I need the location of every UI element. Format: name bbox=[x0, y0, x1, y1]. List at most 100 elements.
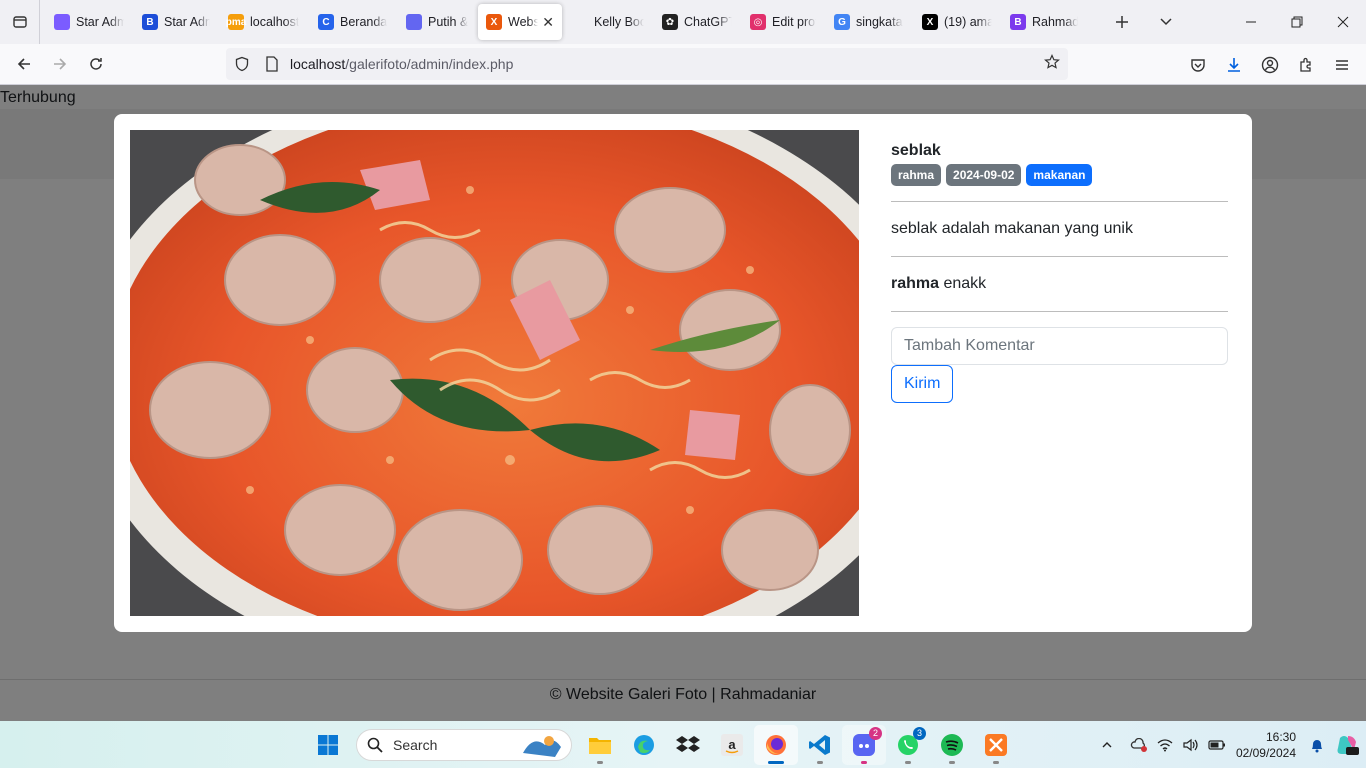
copilot-button[interactable] bbox=[1330, 725, 1366, 765]
tab-title: Beranda bbox=[340, 15, 388, 29]
taskbar-edge[interactable] bbox=[622, 725, 666, 765]
browser-tab[interactable]: ✿ ChatGPT bbox=[654, 4, 740, 40]
divider bbox=[891, 256, 1228, 257]
puzzle-icon bbox=[1300, 57, 1311, 72]
tab-overview-button[interactable] bbox=[0, 0, 40, 44]
volume-status[interactable] bbox=[1178, 725, 1204, 765]
running-indicator bbox=[949, 760, 955, 764]
hamburger-icon bbox=[1336, 59, 1348, 70]
bookmark-star-icon[interactable] bbox=[1044, 53, 1060, 75]
system-clock[interactable]: 16:30 02/09/2024 bbox=[1236, 729, 1296, 761]
browser-tab[interactable]: B Rahmad bbox=[1002, 4, 1086, 40]
restore-button[interactable] bbox=[1274, 0, 1320, 44]
folder-icon bbox=[589, 737, 611, 754]
comment-input[interactable] bbox=[891, 327, 1228, 365]
browser-tab[interactable]: X Websi✕ bbox=[478, 4, 562, 40]
tracking-protection-icon[interactable] bbox=[226, 56, 258, 72]
page-viewport: Terhubung © Website Galeri Foto | Rahmad… bbox=[0, 85, 1366, 721]
edge-icon bbox=[634, 734, 654, 755]
tab-favicon: ✿ bbox=[662, 14, 678, 30]
running-indicator bbox=[768, 760, 784, 764]
account-icon bbox=[1261, 56, 1279, 73]
photo-detail-panel: seblak rahma 2024-09-02 makanan seblak a… bbox=[891, 142, 1228, 403]
account-button[interactable] bbox=[1252, 49, 1288, 81]
tab-favicon: pma bbox=[226, 14, 246, 30]
downloads-button[interactable] bbox=[1216, 49, 1252, 81]
tab-title: Edit prof bbox=[772, 15, 816, 29]
wifi-icon bbox=[1157, 738, 1173, 751]
dropbox-icon bbox=[676, 735, 700, 752]
speaker-icon bbox=[1183, 738, 1198, 751]
list-all-tabs-button[interactable] bbox=[1144, 0, 1188, 44]
close-window-button[interactable] bbox=[1320, 0, 1366, 44]
browser-tab[interactable]: Gsingkata bbox=[826, 4, 912, 40]
wifi-status[interactable] bbox=[1152, 725, 1178, 765]
taskbar-amazon[interactable]: a bbox=[710, 725, 754, 765]
url-text[interactable]: localhost/galerifoto/admin/index.php bbox=[290, 56, 513, 72]
send-comment-button[interactable]: Kirim bbox=[891, 365, 954, 403]
forward-button[interactable] bbox=[42, 48, 78, 80]
chevron-down-icon bbox=[1160, 18, 1172, 26]
photo-title: seblak bbox=[891, 142, 941, 159]
browser-tab[interactable]: ◎ Edit prof bbox=[742, 4, 824, 40]
taskbar-vscode[interactable] bbox=[798, 725, 842, 765]
browser-tab[interactable]: Star Adm bbox=[46, 4, 132, 40]
new-tab-button[interactable] bbox=[1100, 0, 1144, 44]
tab-favicon: ◎ bbox=[750, 14, 766, 30]
reload-icon bbox=[90, 58, 102, 70]
tab-close-icon[interactable]: ✕ bbox=[542, 14, 554, 31]
show-hidden-icons-button[interactable] bbox=[1094, 725, 1120, 765]
address-bar[interactable]: localhost/galerifoto/admin/index.php bbox=[226, 48, 1068, 80]
taskbar-file-explorer[interactable] bbox=[578, 725, 622, 765]
divider bbox=[891, 311, 1228, 312]
clock-time: 16:30 bbox=[1265, 729, 1296, 744]
taskbar-whatsapp[interactable]: 3 bbox=[886, 725, 930, 765]
browser-tab[interactable]: B Star Adm bbox=[134, 4, 218, 40]
app-menu-button[interactable] bbox=[1324, 49, 1360, 81]
tab-title: (19) ama bbox=[944, 15, 992, 29]
tab-title: Rahmad bbox=[1032, 15, 1078, 29]
running-indicator bbox=[905, 760, 911, 764]
divider bbox=[891, 201, 1228, 202]
page-info-icon[interactable] bbox=[258, 56, 286, 72]
discord-notification-count: 2 bbox=[868, 726, 882, 740]
onedrive-status[interactable] bbox=[1126, 725, 1152, 765]
badge-album: makanan bbox=[1026, 164, 1093, 186]
running-indicator bbox=[861, 760, 867, 764]
search-icon bbox=[367, 737, 383, 753]
browser-nav-bar: localhost/galerifoto/admin/index.php bbox=[0, 44, 1366, 85]
taskbar-xampp[interactable] bbox=[974, 725, 1018, 765]
download-icon bbox=[1228, 57, 1240, 72]
tab-favicon: X bbox=[486, 14, 502, 30]
notifications-button[interactable] bbox=[1304, 725, 1330, 765]
battery-status[interactable] bbox=[1204, 725, 1230, 765]
pocket-button[interactable] bbox=[1180, 49, 1216, 81]
tab-favicon bbox=[572, 14, 588, 30]
taskbar-search[interactable]: Search bbox=[356, 728, 572, 761]
arrow-left-icon bbox=[17, 58, 30, 70]
browser-tab[interactable]: pma localhost bbox=[220, 4, 308, 40]
back-button[interactable] bbox=[6, 48, 42, 80]
taskbar-firefox[interactable] bbox=[754, 724, 798, 765]
system-tray: 16:30 02/09/2024 bbox=[1094, 721, 1366, 768]
taskbar-discord[interactable]: 2 bbox=[842, 724, 886, 765]
photo-image bbox=[130, 130, 859, 616]
browser-tab[interactable]: X (19) ama bbox=[914, 4, 1000, 40]
minimize-button[interactable] bbox=[1228, 0, 1274, 44]
taskbar-spotify[interactable] bbox=[930, 725, 974, 765]
reload-button[interactable] bbox=[78, 48, 114, 80]
browser-tab[interactable]: C Beranda bbox=[310, 4, 396, 40]
tab-favicon bbox=[54, 14, 70, 30]
browser-tab[interactable]: Kelly Bootstr bbox=[564, 4, 652, 40]
search-label: Search bbox=[393, 736, 438, 753]
running-indicator bbox=[597, 760, 603, 764]
url-host: localhost bbox=[290, 56, 346, 72]
taskbar-dropbox[interactable] bbox=[666, 725, 710, 765]
browser-tab[interactable]: Putih & bbox=[398, 4, 476, 40]
tab-title: localhost bbox=[250, 15, 300, 29]
amazon-icon: a bbox=[721, 733, 743, 756]
extensions-button[interactable] bbox=[1288, 49, 1324, 81]
start-button[interactable] bbox=[306, 725, 350, 765]
clock-date: 02/09/2024 bbox=[1235, 745, 1296, 760]
seblak-photo-illustration bbox=[130, 130, 859, 616]
